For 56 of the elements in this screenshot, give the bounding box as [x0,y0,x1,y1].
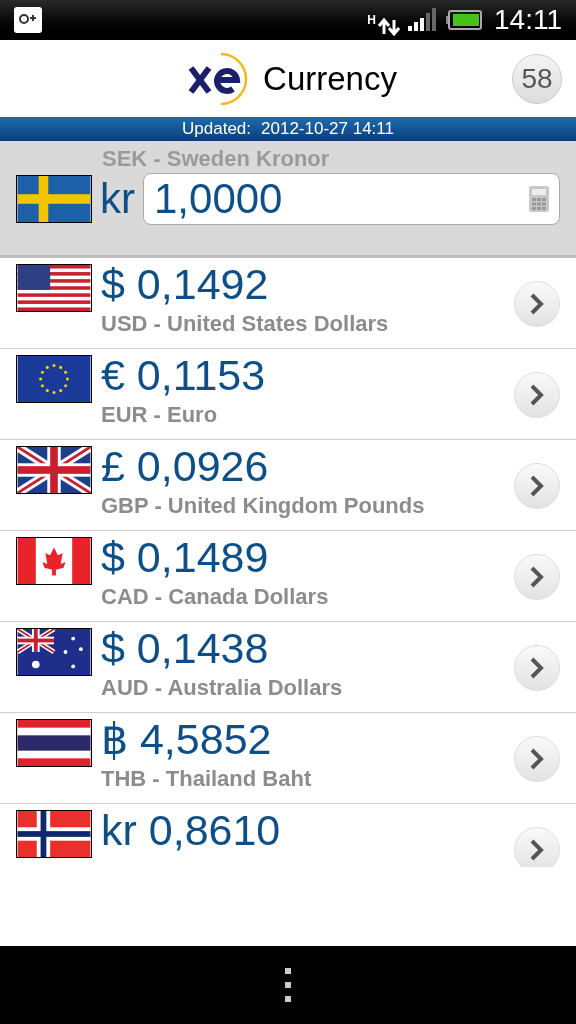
chevron-right-icon [530,748,544,770]
flag-icon [16,719,92,767]
chevron-right-icon [530,566,544,588]
currency-row[interactable]: $ 0,1492 USD - United States Dollars [0,258,576,349]
currency-name: THB - Thailand Baht [101,765,313,793]
currency-row[interactable]: $ 0,1438 AUD - Australia Dollars [0,622,576,713]
menu-icon[interactable] [284,968,292,1002]
chevron-right-icon [530,657,544,679]
chevron-button[interactable] [514,281,560,327]
currency-name: EUR - Euro [101,401,219,429]
currency-name: USD - United States Dollars [101,310,390,338]
chevron-right-icon [530,293,544,315]
chevron-button[interactable] [514,827,560,867]
currency-name: AUD - Australia Dollars [101,674,344,702]
chevron-button[interactable] [514,463,560,509]
currency-row[interactable]: kr 0,8610 [0,804,576,867]
chevron-right-icon [530,384,544,406]
converted-amount: ฿ 4,5852 [101,714,273,765]
flag-icon [16,175,92,223]
chevron-right-icon [530,839,544,861]
converted-amount: £ 0,0926 [101,441,270,492]
chevron-button[interactable] [514,372,560,418]
clock: 14:11 [494,6,562,34]
currency-name: CAD - Canada Dollars [101,583,330,611]
currency-row[interactable]: $ 0,1489 CAD - Canada Dollars [0,531,576,622]
currency-row[interactable]: £ 0,0926 GBP - United Kingdom Pounds [0,440,576,531]
flag-icon [16,537,92,585]
currency-row[interactable]: € 0,1153 EUR - Euro [0,349,576,440]
network-label: H [367,14,376,26]
app-title: Currency [263,58,397,99]
base-currency-name: SEK - Sweden Kronor [102,145,331,173]
signal-icon [408,8,436,32]
currency-symbol: kr [100,178,135,220]
converted-amount: kr 0,8610 [101,805,282,856]
converted-amount: € 0,1153 [101,350,267,401]
data-arrows-icon [378,18,400,36]
updated-time: 2012-10-27 14:11 [261,118,394,141]
updated-label: Updated: [182,118,251,141]
currency-row[interactable]: ฿ 4,5852 THB - Thailand Baht [0,713,576,804]
count-badge[interactable]: 58 [512,54,562,104]
flag-icon [16,264,92,312]
flag-icon [16,355,92,403]
amount-field[interactable]: 1,0000 [143,173,560,225]
currency-name: GBP - United Kingdom Pounds [101,492,426,520]
converted-amount: $ 0,1492 [101,259,270,310]
google-plus-icon [14,7,42,33]
converted-amount: $ 0,1438 [101,623,270,674]
chevron-right-icon [530,475,544,497]
chevron-button[interactable] [514,645,560,691]
converted-amount: $ 0,1489 [101,532,270,583]
flag-icon [16,628,92,676]
chevron-button[interactable] [514,554,560,600]
flag-icon [16,810,92,858]
chevron-button[interactable] [514,736,560,782]
battery-icon [446,10,482,30]
flag-icon [16,446,92,494]
